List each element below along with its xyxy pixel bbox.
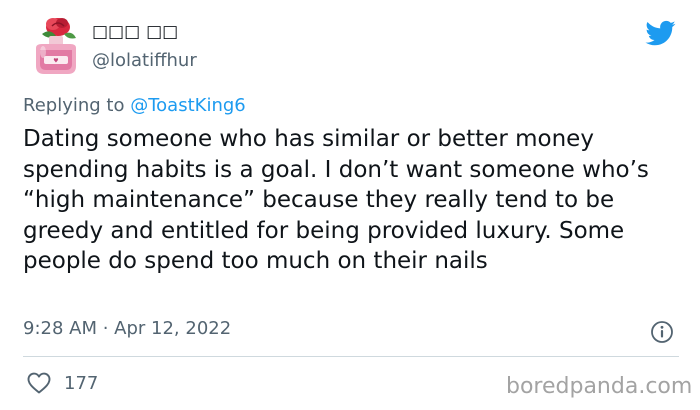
replying-prefix: Replying to xyxy=(23,95,125,116)
user-handle[interactable]: @lolatiffhur xyxy=(92,50,197,71)
info-icon[interactable] xyxy=(650,320,674,344)
like-count: 177 xyxy=(64,373,99,394)
avatar[interactable]: ♥ xyxy=(24,14,82,78)
tweet-timestamp[interactable]: 9:28 AM · Apr 12, 2022 xyxy=(23,318,231,339)
replying-to-mention[interactable]: @ToastKing6 xyxy=(130,95,246,116)
heart-icon[interactable] xyxy=(26,371,52,395)
display-name[interactable]: □□□ □□ xyxy=(92,22,178,42)
replying-to-line: Replying to @ToastKing6 xyxy=(23,95,246,116)
watermark: boredpanda.com xyxy=(506,374,693,399)
tweet-text: Dating someone who has similar or better… xyxy=(23,126,649,275)
divider xyxy=(23,356,679,357)
twitter-bird-icon[interactable] xyxy=(644,18,678,48)
svg-text:♥: ♥ xyxy=(53,58,58,65)
